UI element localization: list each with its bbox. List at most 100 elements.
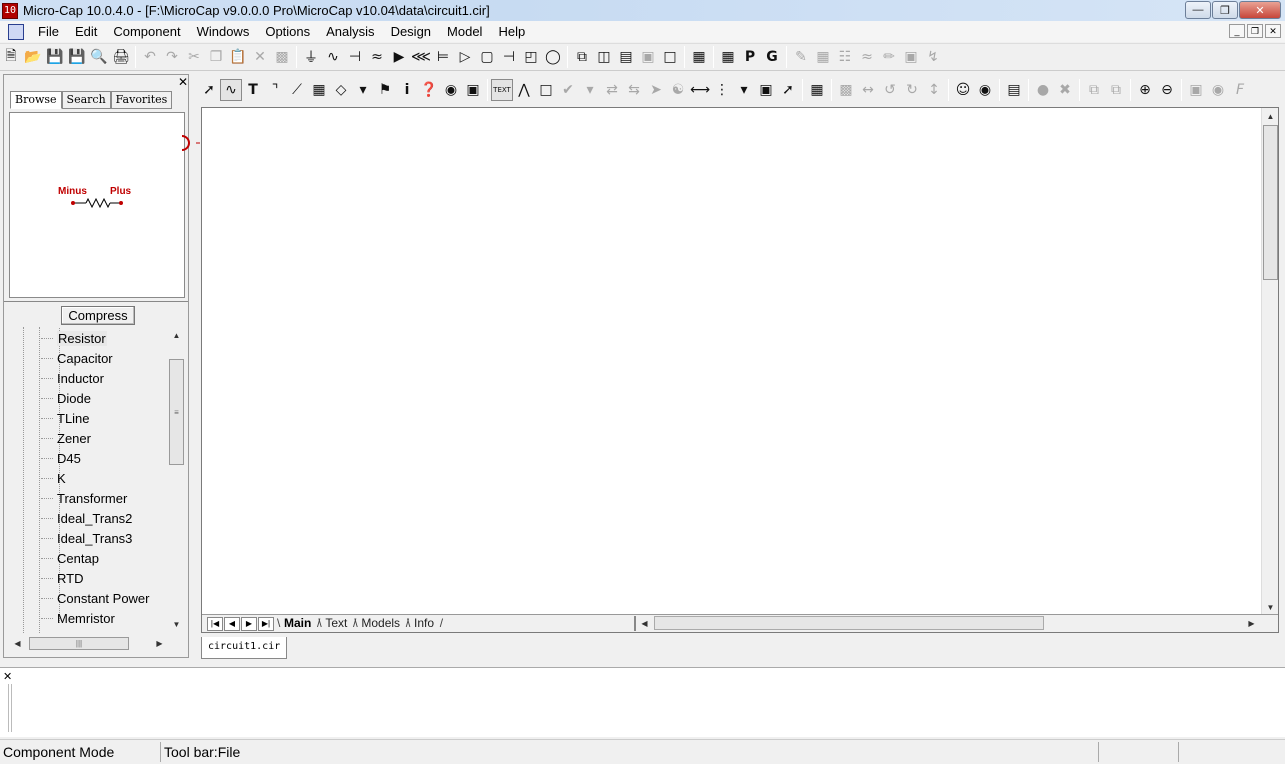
cursor-mode-icon[interactable]: ➚ (777, 79, 799, 101)
tree-item-transformer[interactable]: Transformer (41, 488, 127, 508)
tile-horizontal-icon[interactable]: ▤ (615, 46, 637, 68)
chip-icon[interactable]: ▣ (900, 46, 922, 68)
tree-item-zener[interactable]: Zener (41, 428, 91, 448)
scroll-up-icon[interactable]: ▲ (168, 327, 185, 344)
scope-icon[interactable]: ▦ (812, 46, 834, 68)
tree-item-ideal-trans3[interactable]: Ideal_Trans3 (41, 528, 132, 548)
document-tab[interactable]: circuit1.cir (201, 637, 288, 659)
diagonal-wire-icon[interactable]: ⟋ (286, 79, 308, 101)
stop-icon[interactable]: ✖ (1054, 79, 1076, 101)
pin-markers-icon[interactable]: ⟷ (689, 79, 711, 101)
power-icon[interactable]: ⇆ (623, 79, 645, 101)
output-grip[interactable] (8, 684, 12, 732)
next-page-icon[interactable]: ▶ (241, 616, 257, 631)
dropdown-arrow-icon[interactable]: ▾ (352, 79, 374, 101)
scroll-left-icon[interactable]: ◀ (9, 635, 26, 652)
tree-item-constant-power[interactable]: Constant Power (41, 588, 150, 608)
menu-design[interactable]: Design (383, 21, 439, 42)
delete-icon[interactable]: ✕ (249, 46, 271, 68)
schematic-canvas[interactable]: ▲ ▼ |◀ ◀ ▶ ▶| Main Text Models Info ◀ ▶ (181, 107, 1279, 633)
new-file-icon[interactable]: 🗎 (0, 46, 22, 68)
node-voltages-icon[interactable]: ✔ (557, 79, 579, 101)
component-editor-icon[interactable]: ▦ (717, 46, 739, 68)
wire-mode-icon[interactable]: ∿ (220, 79, 242, 101)
presentation-icon[interactable]: ▤ (1003, 79, 1025, 101)
close-button[interactable]: ✕ (1239, 1, 1281, 19)
tree-item-inductor[interactable]: Inductor (41, 368, 104, 388)
bus-icon[interactable]: ▦ (308, 79, 330, 101)
menu-component[interactable]: Component (105, 21, 188, 42)
canvas-scroll-thumb[interactable] (1263, 125, 1278, 280)
zoom-out-icon[interactable]: ⊖ (1156, 79, 1178, 101)
bjt-icon[interactable]: ⋘ (410, 46, 432, 68)
tree-horizontal-scrollbar[interactable]: ◀ ||| ▶ (9, 635, 168, 652)
camera-icon[interactable]: ▣ (1185, 79, 1207, 101)
font-icon[interactable]: F (1229, 79, 1251, 101)
tree-item-resistor[interactable]: Resistor (41, 328, 107, 348)
flip-vertical-icon[interactable]: ↕ (923, 79, 945, 101)
rotate-icon[interactable]: ↺ (879, 79, 901, 101)
mirror-icon[interactable]: ↻ (901, 79, 923, 101)
menu-edit[interactable]: Edit (67, 21, 105, 42)
canvas-scroll-left-icon[interactable]: ◀ (636, 615, 653, 632)
panel-close-icon[interactable]: ✕ (178, 75, 188, 89)
properties-icon[interactable]: ▦ (806, 79, 828, 101)
menu-analysis[interactable]: Analysis (318, 21, 382, 42)
border-icon[interactable]: ▣ (755, 79, 777, 101)
on-state-icon[interactable]: ☯ (667, 79, 689, 101)
grid-icon[interactable]: ☷ (834, 46, 856, 68)
binoculars-icon[interactable]: ◉ (974, 79, 996, 101)
select-arrow-icon[interactable]: ➚ (198, 79, 220, 101)
menu-help[interactable]: Help (490, 21, 533, 42)
pen-icon[interactable]: ✏ (878, 46, 900, 68)
point-to-end-icon[interactable]: ◉ (440, 79, 462, 101)
attribute-icon[interactable]: ▣ (462, 79, 484, 101)
zoom-in-icon[interactable]: ⊕ (1134, 79, 1156, 101)
shape-editor-icon[interactable]: G (761, 46, 783, 68)
document-icon[interactable] (8, 23, 24, 40)
compress-button[interactable]: Compress (61, 306, 135, 325)
tree-item-centap[interactable]: Centap (41, 548, 99, 568)
ground-icon[interactable]: ⏚ (300, 46, 322, 68)
page-tab-info[interactable]: Info (407, 616, 443, 632)
diode-icon[interactable]: ▶ (388, 46, 410, 68)
split-window-icon[interactable]: ▣ (637, 46, 659, 68)
resistor-icon[interactable]: ∿ (322, 46, 344, 68)
canvas-scroll-right-icon[interactable]: ▶ (1243, 615, 1260, 632)
redo-icon[interactable]: ↷ (161, 46, 183, 68)
voltage-source-icon[interactable]: ◰ (520, 46, 542, 68)
maximize-window-icon[interactable]: □ (659, 46, 681, 68)
opamp-icon[interactable]: ▷ (454, 46, 476, 68)
switch-icon[interactable]: ▢ (476, 46, 498, 68)
graphics-icon[interactable]: ◇ (330, 79, 352, 101)
probe-icon[interactable]: ✎ (790, 46, 812, 68)
flip-icon[interactable]: ↔ (857, 79, 879, 101)
pin-connections-icon[interactable]: □ (535, 79, 557, 101)
select-all-icon[interactable]: ▩ (271, 46, 293, 68)
tree-vertical-scrollbar[interactable]: ▲ ≡ ▼ (168, 327, 185, 633)
minimize-button[interactable]: — (1185, 1, 1211, 19)
calculator-icon[interactable]: ▦ (688, 46, 710, 68)
tree-item-diode[interactable]: Diode (41, 388, 91, 408)
prev-page-icon[interactable]: ◀ (224, 616, 240, 631)
node-numbers-icon[interactable]: ⋀ (513, 79, 535, 101)
tree-item-tline[interactable]: TLine (41, 408, 90, 428)
page-tab-models[interactable]: Models (354, 616, 408, 632)
undo-icon[interactable]: ↶ (139, 46, 161, 68)
maximize-button[interactable]: ❐ (1212, 1, 1238, 19)
output-close-icon[interactable]: ✕ (3, 670, 12, 683)
mosfet-icon[interactable]: ⊨ (432, 46, 454, 68)
canvas-vertical-scrollbar[interactable]: ▲ ▼ (1261, 108, 1278, 616)
save-all-icon[interactable]: 💾 (66, 46, 88, 68)
cut-icon[interactable]: ✂ (183, 46, 205, 68)
canvas-h-scroll-thumb[interactable] (654, 616, 1044, 630)
orthogonal-wire-icon[interactable]: ⌝ (264, 79, 286, 101)
menu-file[interactable]: File (30, 21, 67, 42)
tile-vertical-icon[interactable]: ◫ (593, 46, 615, 68)
tab-search[interactable]: Search (61, 91, 111, 109)
inductor-icon[interactable]: ≈ (366, 46, 388, 68)
warning-icon[interactable]: ● (1032, 79, 1054, 101)
panel-splitter[interactable] (4, 301, 188, 304)
tab-browse[interactable]: Browse (10, 91, 62, 109)
info-icon[interactable]: i (396, 79, 418, 101)
